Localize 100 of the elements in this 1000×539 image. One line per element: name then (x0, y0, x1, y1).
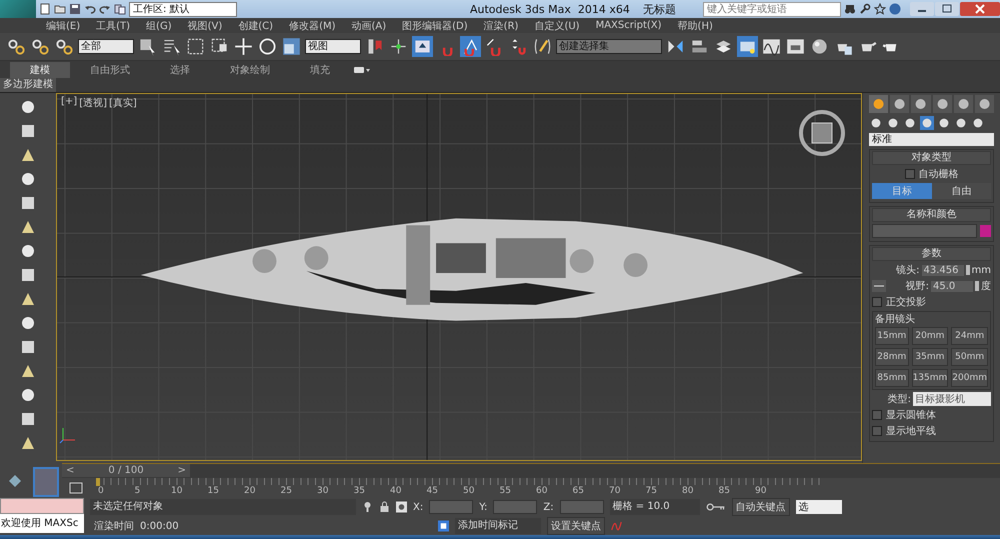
name-field[interactable] (872, 224, 977, 238)
lock-icon[interactable] (379, 501, 390, 513)
checkbox[interactable] (872, 426, 882, 436)
lens-field[interactable]: 43.456 (922, 264, 964, 276)
menu-item[interactable]: 图形编辑器(D) (394, 18, 476, 32)
menu-item[interactable]: 渲染(R) (476, 18, 526, 32)
x-coordinate-field[interactable] (429, 500, 474, 514)
frame-number: 15 (208, 486, 219, 496)
move-icon[interactable] (233, 36, 254, 57)
time-tag-icon[interactable] (438, 520, 449, 532)
stock-lens-button[interactable]: 35mm (912, 348, 948, 366)
ribbon-tab[interactable]: 建模 (10, 62, 70, 78)
key-icon[interactable] (706, 502, 726, 512)
frame-number: 30 (317, 486, 328, 496)
stock-lens-button[interactable]: 28mm (875, 348, 909, 366)
checkbox[interactable] (872, 297, 882, 307)
current-frame-marker[interactable] (96, 478, 100, 486)
menu-item[interactable]: 组(G) (138, 18, 180, 32)
object-type-button[interactable]: 自由 (932, 183, 991, 199)
frame-number: 20 (244, 486, 256, 496)
menu-item[interactable]: 帮助(H) (670, 18, 721, 32)
auto-key-button[interactable]: 自动关键点 (732, 498, 790, 516)
stock-lens-button[interactable]: 24mm (951, 327, 988, 345)
set-key-button[interactable]: 设置关键点 (547, 517, 605, 535)
ribbon-tab[interactable]: 对象绘制 (210, 62, 290, 78)
new-file-icon[interactable] (39, 3, 51, 15)
workspace-dropdown[interactable]: 工作区: 默认 (129, 2, 237, 16)
open-folder-icon[interactable] (54, 3, 66, 15)
frame-number: 85 (718, 486, 730, 496)
stock-lens-button[interactable]: 50mm (951, 348, 988, 366)
category-dropdown[interactable]: 标准 (869, 133, 994, 146)
frame-number: 25 (280, 486, 292, 496)
fov-label: 视野: (906, 280, 929, 293)
frame-number: 55 (500, 486, 511, 496)
unit-label: 度 (981, 280, 991, 293)
binoculars-icon[interactable] (844, 3, 856, 15)
redo-icon[interactable] (99, 3, 111, 15)
ribbon-options-icon[interactable] (354, 66, 370, 74)
transform-mode-icon[interactable] (396, 501, 407, 513)
fov-field[interactable]: 45.0 (931, 280, 973, 292)
camera-type-dropdown[interactable]: 目标摄影机 (913, 392, 991, 406)
rollout-header[interactable]: 参数 (872, 247, 991, 261)
scale-icon[interactable] (281, 36, 302, 57)
stock-lens-button[interactable]: 85mm (875, 369, 909, 387)
named-selection-dropdown[interactable]: 创建选择集 (556, 39, 662, 54)
menu-item[interactable]: MAXScript(X) (588, 20, 670, 31)
minimize-icon[interactable] (910, 2, 934, 16)
fov-direction-icon[interactable] (872, 280, 886, 292)
ribbon-tab[interactable]: 填充 (290, 62, 350, 78)
selection-filter-dropdown[interactable]: 全部 (78, 39, 134, 54)
viewport-label[interactable]: [透视] (79, 96, 107, 110)
ribbon-tab[interactable]: 选择 (150, 62, 210, 78)
y-coordinate-field[interactable] (493, 500, 538, 514)
key-filter-dropdown[interactable]: 选 (796, 500, 842, 514)
menu-item[interactable]: 自定义(U) (526, 18, 588, 32)
ribbon-panel-tab[interactable]: 多边形建模 (0, 78, 56, 92)
menu-item[interactable]: 编辑(E) (38, 18, 88, 32)
y-label: Y: (479, 502, 488, 512)
wrench-icon[interactable] (858, 3, 871, 15)
checkbox[interactable] (872, 410, 882, 420)
color-swatch[interactable] (980, 225, 991, 237)
rollout-header[interactable]: 名称和颜色 (872, 208, 991, 222)
checkbox-label: 显示圆锥体 (886, 408, 936, 422)
viewport-label[interactable]: [真实] (109, 96, 137, 110)
project-folder-icon[interactable] (114, 3, 126, 15)
add-time-tag-button[interactable]: 添加时间标记 (455, 518, 541, 534)
menu-item[interactable]: 动画(A) (344, 18, 394, 32)
search-field[interactable]: 键入关键字或短语 (702, 2, 841, 16)
viewport-label[interactable]: [+] (61, 96, 78, 110)
menu-item[interactable]: 创建(C) (230, 18, 282, 32)
stock-lens-button[interactable]: 15mm (875, 327, 909, 345)
rollout-header[interactable]: 对象类型 (872, 151, 991, 165)
manipulate-icon[interactable] (412, 36, 433, 57)
reference-coordinate-dropdown[interactable]: 视图 (305, 39, 361, 54)
stock-lens-button[interactable]: 200mm (951, 369, 988, 387)
maxscript-listener-field[interactable]: 欢迎使用 MAXSc (0, 514, 84, 533)
ribbon-tab[interactable]: 自由形式 (70, 62, 150, 78)
menu-item[interactable]: 工具(T) (88, 18, 138, 32)
frame-number: 40 (390, 486, 402, 496)
star-icon[interactable] (874, 3, 886, 15)
undo-icon[interactable] (84, 3, 96, 15)
close-icon[interactable] (960, 2, 1000, 16)
rectangle-selection-icon[interactable] (185, 36, 206, 57)
frame-number: 35 (354, 486, 365, 496)
menu-item[interactable]: 修改器(M) (281, 18, 344, 32)
perspective-viewport[interactable]: [+] [透视] [真实] (56, 93, 862, 461)
maxscript-input-field[interactable] (0, 498, 84, 514)
z-coordinate-field[interactable] (560, 500, 604, 514)
stock-lens-button[interactable]: 20mm (912, 327, 948, 345)
save-icon[interactable] (69, 3, 81, 15)
angle-snap-icon[interactable] (460, 36, 481, 57)
time-slider-thumb[interactable]: < 0 / 100 > (62, 464, 190, 477)
viewcube-icon[interactable] (797, 108, 847, 158)
rotate-icon[interactable] (257, 36, 278, 57)
stock-lens-button[interactable]: 135mm (912, 369, 948, 387)
maximize-icon[interactable] (935, 2, 959, 16)
frame-number: 45 (426, 486, 438, 496)
checkbox[interactable] (904, 169, 914, 179)
menu-item[interactable]: 视图(V) (180, 18, 230, 32)
selection-status: 未选定任何对象 (90, 499, 356, 515)
